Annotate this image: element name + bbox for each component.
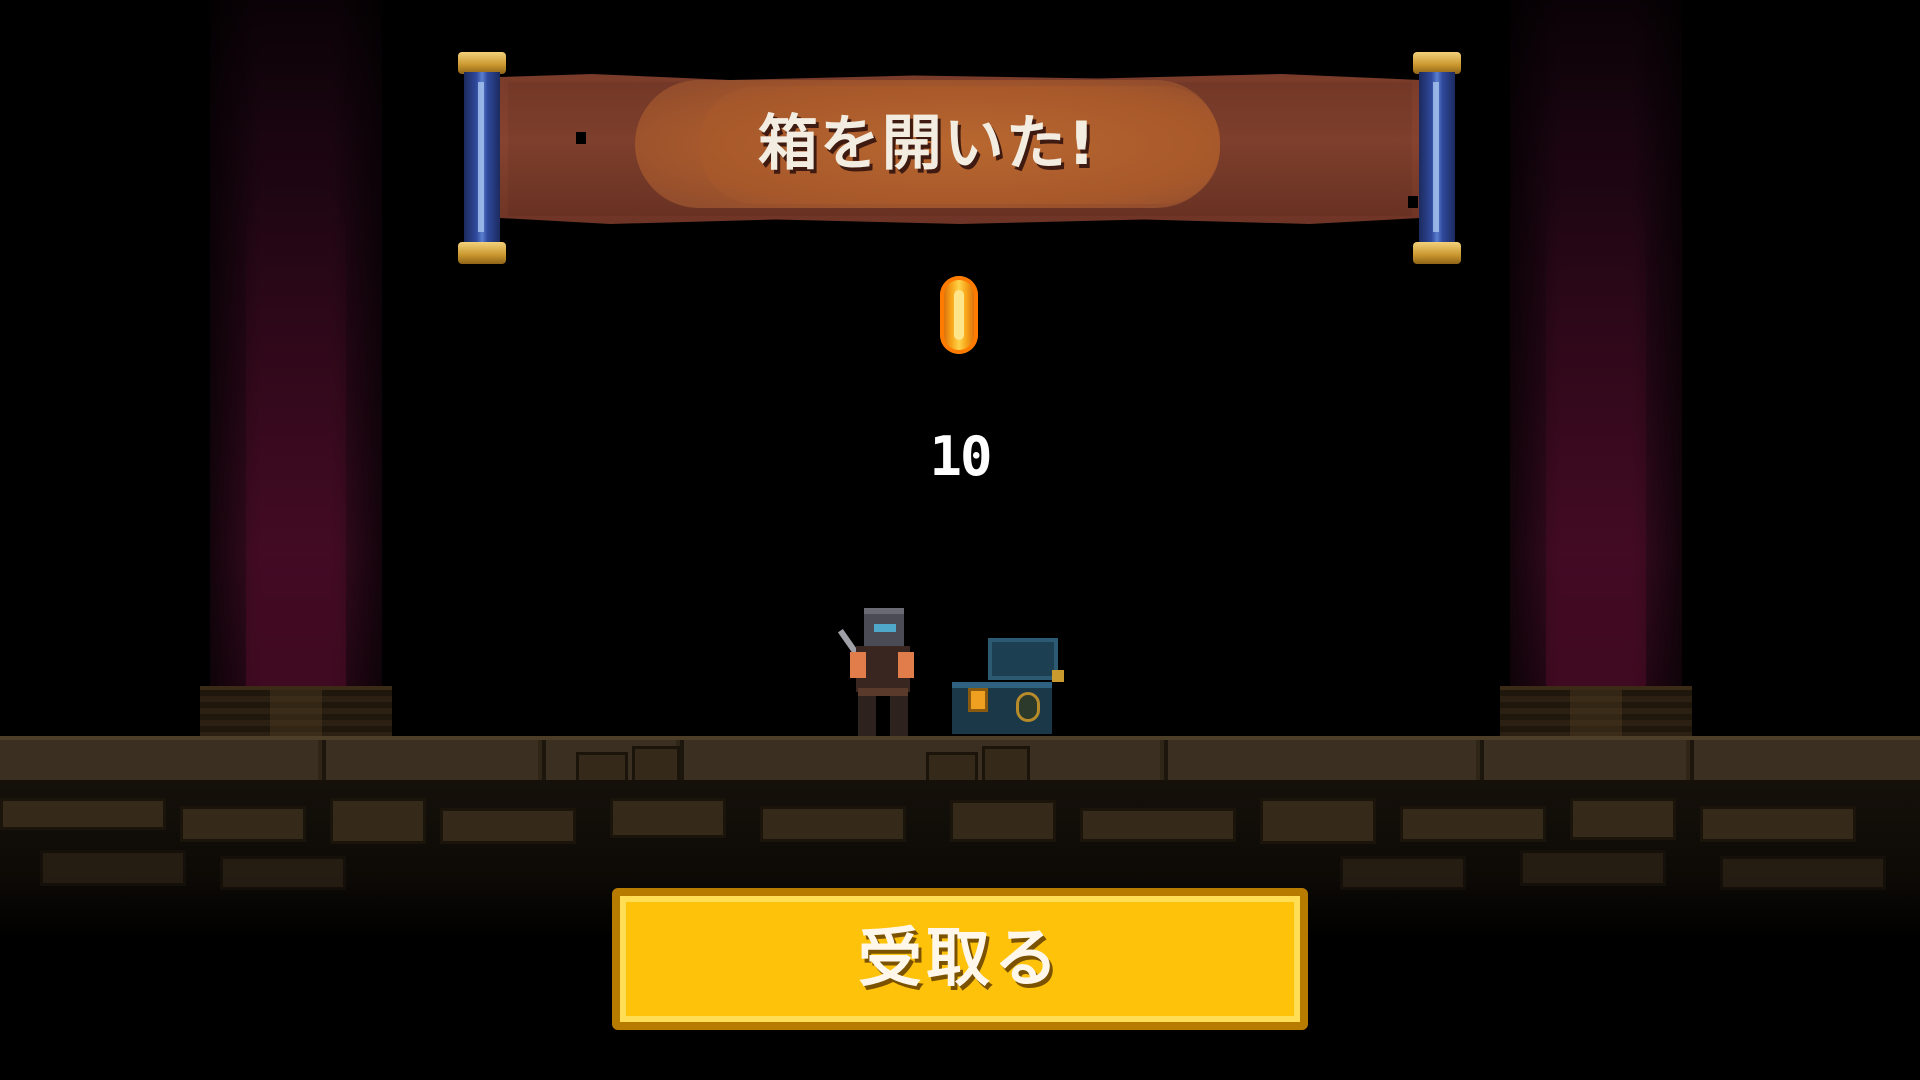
left-scroll-rod: [458, 52, 506, 264]
floor-stone: [1570, 798, 1676, 840]
receive-button-label: 受取る: [858, 922, 1062, 996]
floor-stone: [440, 808, 576, 844]
character-arm: [898, 652, 914, 678]
right-scroll-rod: [1413, 52, 1461, 264]
banner-title: 箱を開いた!: [757, 109, 1098, 179]
floor-stone: [1260, 798, 1376, 844]
floor-stone: [1340, 856, 1466, 890]
character-belt: [858, 688, 908, 696]
floor-seam: [318, 740, 326, 780]
chest-opened-scene: 箱を開いた! 10 受取る: [0, 0, 1920, 1080]
rod-cap: [458, 52, 506, 74]
banner-hole: [576, 132, 586, 144]
character-visor: [874, 624, 896, 632]
floor-stone: [0, 798, 166, 830]
chest-lock-icon: [968, 688, 988, 712]
floor-stone: [1720, 856, 1886, 890]
floor-stone: [220, 856, 346, 890]
floor-stone: [1520, 850, 1666, 886]
floor-stone: [180, 806, 306, 842]
character-arm: [850, 652, 866, 678]
floor-stone: [1400, 806, 1546, 842]
chest-emblem-icon: [1016, 692, 1040, 722]
character-leg: [890, 696, 908, 736]
rod-cap: [458, 242, 506, 264]
floor-seam: [1476, 740, 1484, 780]
right-curtain-pillar: [1510, 0, 1682, 690]
floor-stone: [40, 850, 186, 886]
floor-seam: [1160, 740, 1168, 780]
chest-lid-hinge: [1052, 670, 1064, 682]
rod-shine: [478, 82, 484, 232]
floor-seam: [1686, 740, 1694, 780]
rod-shine: [1433, 82, 1439, 232]
player-character: [837, 608, 918, 736]
floor-seam: [538, 740, 546, 780]
reward-count: 10: [929, 425, 992, 488]
floor-stone: [1700, 806, 1856, 842]
chest-lid: [988, 638, 1058, 680]
open-treasure-chest: [952, 638, 1066, 734]
character-leg: [858, 696, 876, 736]
rod-cap: [1413, 52, 1461, 74]
floor-stone: [760, 806, 906, 842]
left-curtain-pillar: [210, 0, 382, 690]
gold-coin-icon: [940, 276, 978, 354]
floor-stone: [610, 798, 726, 838]
rod-cap: [1413, 242, 1461, 264]
receive-button[interactable]: 受取る: [612, 888, 1308, 1030]
floor-stone: [1080, 808, 1236, 842]
floor-stone: [950, 800, 1056, 842]
floor-stone: [330, 798, 426, 844]
